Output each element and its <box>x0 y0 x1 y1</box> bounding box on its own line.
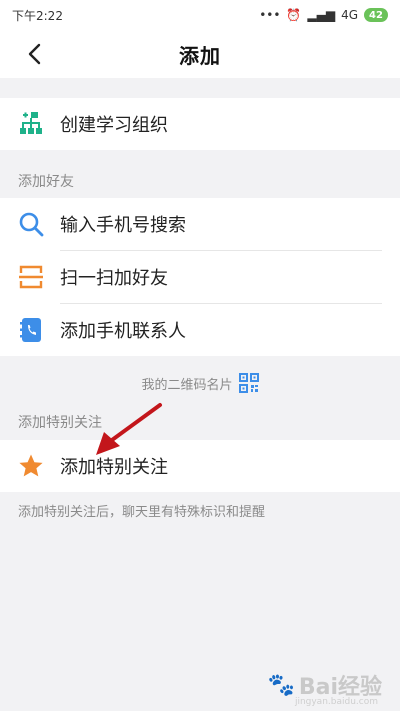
back-button[interactable] <box>22 40 46 68</box>
special-section-title: 添加特别关注 <box>18 415 102 431</box>
create-group-card: 创建学习组织 <box>0 98 400 150</box>
network-type: 4G <box>341 8 358 22</box>
my-qrcode-link[interactable]: 我的二维码名片 <box>0 370 400 396</box>
status-time: 下午2:22 <box>12 8 63 23</box>
create-group-row[interactable]: 创建学习组织 <box>0 98 400 150</box>
star-icon <box>18 453 44 479</box>
contacts-icon <box>18 317 44 343</box>
special-follow-card: 添加特别关注 <box>0 440 400 492</box>
status-icons: ••• ⏰ ▂▄▆ 4G 42 <box>259 8 388 22</box>
org-tree-icon <box>18 111 44 137</box>
create-group-label: 创建学习组织 <box>60 115 168 136</box>
paw-icon: 🐾 <box>267 672 295 698</box>
qrcode-label: 我的二维码名片 <box>141 377 233 393</box>
phone-search-row[interactable]: 输入手机号搜索 <box>0 198 400 250</box>
qrcode-icon <box>238 373 259 393</box>
scan-add-label: 扫一扫加好友 <box>60 268 168 289</box>
friends-section-title: 添加好友 <box>18 174 74 190</box>
special-follow-label: 添加特别关注 <box>60 457 168 478</box>
page-title: 添加 <box>179 43 221 68</box>
special-follow-hint: 添加特别关注后，聊天里有特殊标识和提醒 <box>18 505 266 520</box>
friends-card: 输入手机号搜索 扫一扫加好友 添加手机联系人 <box>0 198 400 356</box>
status-bar: 下午2:22 ••• ⏰ ▂▄▆ 4G 42 <box>0 0 400 30</box>
special-follow-row[interactable]: 添加特别关注 <box>0 440 400 492</box>
contacts-row[interactable]: 添加手机联系人 <box>0 304 400 356</box>
chevron-left-icon <box>28 43 41 65</box>
scan-add-row[interactable]: 扫一扫加好友 <box>0 251 400 303</box>
app-header: 添加 <box>0 30 400 78</box>
more-dots-icon: ••• <box>259 8 281 22</box>
battery-icon: 42 <box>364 8 388 22</box>
watermark-sub: jingyan.baidu.com <box>294 697 378 707</box>
scan-icon <box>18 264 44 290</box>
search-icon <box>18 211 44 237</box>
phone-search-label: 输入手机号搜索 <box>60 215 186 236</box>
baidu-watermark: 🐾 Bai经验 jingyan.baidu.com <box>267 669 382 708</box>
alarm-icon: ⏰ <box>286 8 302 22</box>
signal-icon: ▂▄▆ <box>307 8 336 22</box>
contacts-label: 添加手机联系人 <box>60 321 186 342</box>
